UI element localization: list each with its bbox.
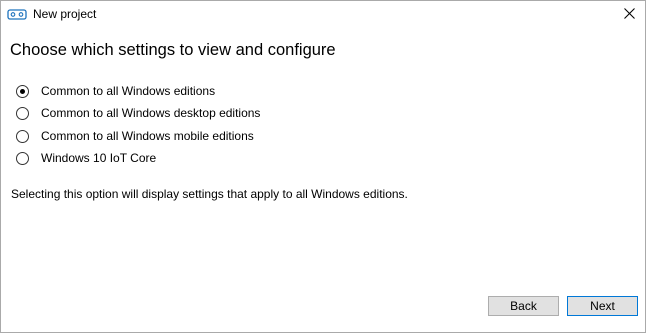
radio-button[interactable] xyxy=(16,130,29,143)
page-heading: Choose which settings to view and config… xyxy=(10,41,336,59)
window-title: New project xyxy=(33,7,97,21)
close-icon xyxy=(623,6,635,24)
new-project-window: New project Choose which settings to vie… xyxy=(0,0,646,333)
radio-label: Common to all Windows editions xyxy=(41,84,216,98)
close-button[interactable] xyxy=(613,1,645,28)
back-button[interactable]: Back xyxy=(488,296,559,316)
radio-option-desktop-editions[interactable]: Common to all Windows desktop editions xyxy=(16,105,316,123)
radio-option-all-editions[interactable]: Common to all Windows editions xyxy=(16,83,316,101)
option-description: Selecting this option will display setti… xyxy=(11,187,408,201)
radio-button-selected[interactable] xyxy=(16,85,29,98)
radio-option-mobile-editions[interactable]: Common to all Windows mobile editions xyxy=(16,128,316,146)
title-bar: New project xyxy=(1,1,645,28)
radio-button[interactable] xyxy=(16,152,29,165)
radio-label: Common to all Windows mobile editions xyxy=(41,129,254,143)
radio-label: Common to all Windows desktop editions xyxy=(41,106,261,120)
radio-label: Windows 10 IoT Core xyxy=(41,151,157,165)
radio-button[interactable] xyxy=(16,107,29,120)
next-button[interactable]: Next xyxy=(567,296,638,316)
vr-headset-icon xyxy=(7,8,27,22)
radio-option-iot-core[interactable]: Windows 10 IoT Core xyxy=(16,150,316,168)
